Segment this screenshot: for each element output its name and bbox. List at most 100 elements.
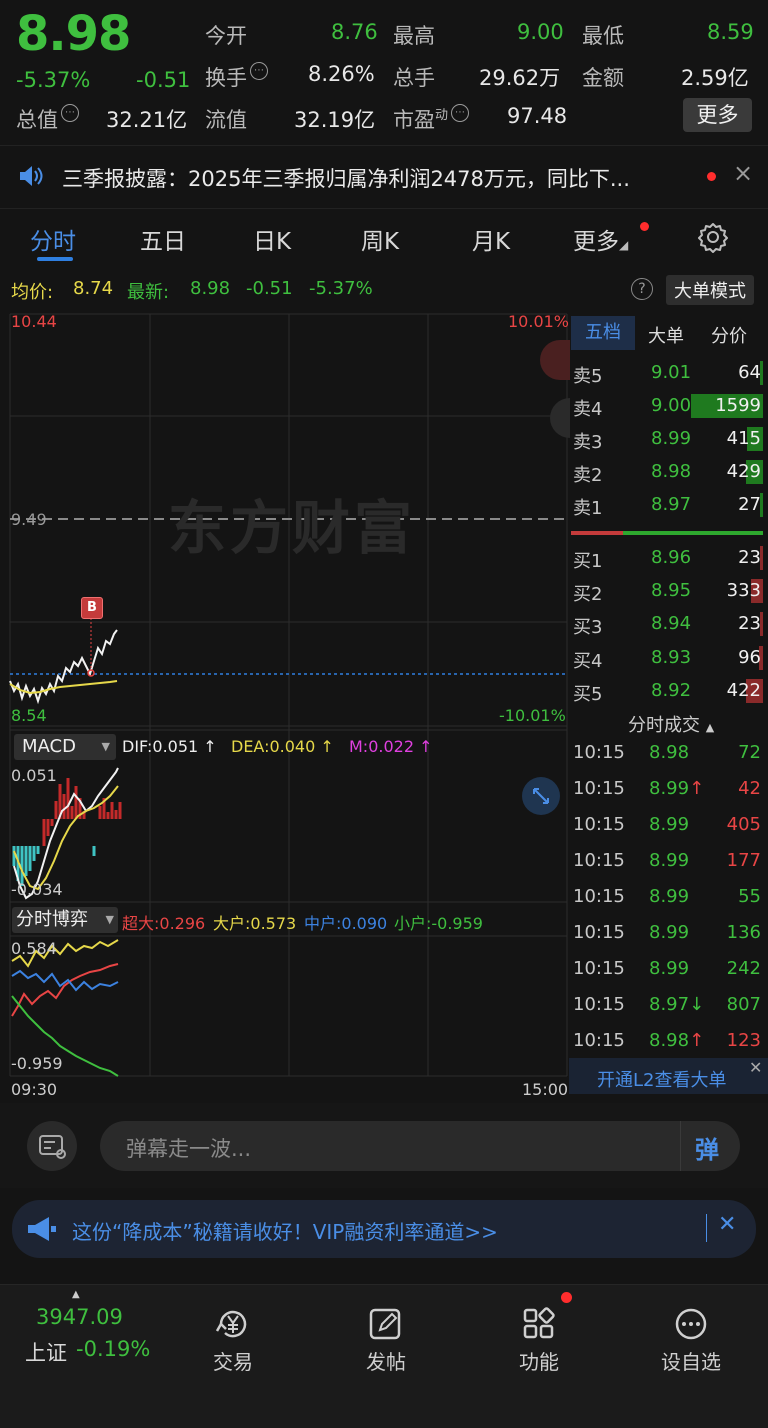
info-icon[interactable]: ⋯ [61,104,79,122]
settings-gear-icon[interactable] [697,221,729,253]
info-icon[interactable]: ⋯ [250,62,268,80]
ask-row[interactable]: 卖3 8.99 415 [573,424,763,454]
buy-marker[interactable]: B [81,597,103,619]
avg-label: 均价: [11,282,54,303]
trade-row: 10:15 8.98↑ 123 [573,1026,763,1056]
trade-price: 8.98↑ [649,1030,704,1051]
bid-level: 买1 [573,551,603,572]
comment-list-icon[interactable] [27,1121,77,1171]
speaker-icon [20,166,43,186]
bid-level: 买4 [573,651,603,672]
ad-text[interactable]: 这份“降成本”秘籍请收好！VIP融资利率通道>> [72,1216,498,1245]
bid-row[interactable]: 买2 8.95 333 [573,576,763,606]
tab-five-day[interactable]: 五日 [140,222,186,256]
news-banner[interactable]: 三季报披露：2025年三季报归属净利润2478万元，同比下... × [0,145,768,209]
ask-level: 卖3 [573,432,603,453]
help-icon[interactable]: ? [631,278,653,300]
trade-price-value: 8.99 [649,778,690,799]
dropdown-icon: ▼ [105,913,114,926]
boyi-y-bottom: -0.959 [11,1054,63,1073]
y-axis-top: 10.44 [11,312,57,331]
ask-volume: 1599 [715,395,761,416]
trade-time: 10:15 [573,742,625,763]
tab-five-levels[interactable]: 五档 [571,316,635,350]
trade-price-value: 8.99 [649,850,690,871]
trade-row: 10:15 8.98 72 [573,738,763,768]
tab-more[interactable]: 更多◢ [573,222,628,256]
info-icon[interactable]: ⋯ [451,104,470,122]
index-name[interactable]: 上证 [25,1337,67,1367]
close-icon[interactable]: ✕ [749,1058,762,1077]
latest-change: -0.51 [246,278,293,299]
tab-intraday[interactable]: 分时 [30,222,76,256]
bid-row[interactable]: 买1 8.96 23 [573,543,763,573]
float-value: 32.19亿 [294,108,376,132]
macd-selector[interactable]: MACD ▼ [14,734,116,760]
nav-trade[interactable]: 交易 [173,1307,293,1375]
tab-monthly-k[interactable]: 月K [472,222,510,256]
amount-label: 金额 [582,66,624,90]
bid-row[interactable]: 买3 8.94 23 [573,609,763,639]
ask-row[interactable]: 卖2 8.98 429 [573,457,763,487]
bid-price: 8.95 [651,580,692,601]
boyi-selector[interactable]: 分时博弈 ▼ [12,907,118,933]
nav-post-label: 发帖 [366,1350,406,1374]
news-text[interactable]: 三季报披露：2025年三季报归属净利润2478万元，同比下... [62,163,630,193]
trade-time: 10:15 [573,994,625,1015]
danmu-icon[interactable]: 弹 [695,1130,719,1165]
y-axis-bottom: 8.54 [11,706,47,725]
tab-price-dist[interactable]: 分价 [711,322,747,348]
boyi-y-top: 0.584 [11,939,57,958]
trade-time: 10:15 [573,922,625,943]
ask-row[interactable]: 卖5 9.01 64 [573,358,763,388]
l2-text[interactable]: 开通L2查看大单 [597,1066,726,1092]
tab-big-orders[interactable]: 大单 [648,322,684,348]
ask-level: 卖4 [573,399,603,420]
ask-row[interactable]: 卖1 8.97 27 [573,490,763,520]
close-icon[interactable]: × [733,159,753,187]
close-icon[interactable]: ✕ [718,1212,736,1237]
ask-volume: 415 [726,428,761,449]
ad-divider [706,1214,707,1242]
ask-row[interactable]: 卖4 9.00 1599 [573,391,763,421]
mktcap-label[interactable]: 总值 ⋯ [16,104,79,134]
avg-value: 8.74 [73,278,114,299]
turnover-label[interactable]: 换手 ⋯ [205,62,268,92]
nav-function[interactable]: 功能 [479,1307,599,1375]
tab-weekly-k[interactable]: 周K [361,222,399,256]
l2-banner[interactable]: 开通L2查看大单 ✕ [569,1058,768,1094]
boyi-big: 大户:0.573 [213,914,297,933]
bottom-nav: ▲ 3947.09 上证 -0.19% 交易 发帖 功能 设自选 [0,1284,768,1428]
trade-volume: 136 [726,922,761,943]
ask-price: 9.01 [651,362,692,383]
danmu-placeholder: 弹幕走一波... [126,1137,252,1161]
danmu-toggle[interactable]: 弹 [680,1121,741,1171]
bid-row[interactable]: 买5 8.92 422 [573,676,763,706]
index-value[interactable]: 3947.09 [36,1305,123,1329]
expand-icon[interactable] [522,777,560,815]
y-axis-mid: 9.49 [11,510,47,529]
big-order-mode-button[interactable]: 大单模式 [666,275,754,305]
more-button[interactable]: 更多 [683,98,752,132]
trades-header[interactable]: 分时成交 ▲ [628,711,714,737]
y-axis-top-pct: 10.01% [508,312,570,331]
nav-post[interactable]: 发帖 [326,1307,446,1375]
nav-watchlist[interactable]: 设自选 [631,1307,751,1375]
more-dots-icon [675,1308,707,1340]
index-change[interactable]: -0.19% [76,1337,150,1361]
bid-volume: 23 [738,613,761,634]
ask-level: 卖2 [573,465,603,486]
bid-level: 买2 [573,584,603,605]
pe-label[interactable]: 市盈动 ⋯ [393,104,470,134]
tab-daily-k[interactable]: 日K [253,222,291,256]
more-tab-dot [640,222,649,231]
grid-icon [523,1307,555,1339]
trade-time: 10:15 [573,958,625,979]
change-percent: -5.37% [16,68,91,92]
danmu-input[interactable]: 弹幕走一波... 弹 [100,1121,740,1171]
bid-level: 买3 [573,617,603,638]
bid-row[interactable]: 买4 8.93 96 [573,643,763,673]
boyi-super: 超大:0.296 [122,914,206,933]
ad-banner[interactable]: 这份“降成本”秘籍请收好！VIP融资利率通道>> ✕ [12,1200,756,1258]
trade-price: 8.99 [649,850,689,871]
